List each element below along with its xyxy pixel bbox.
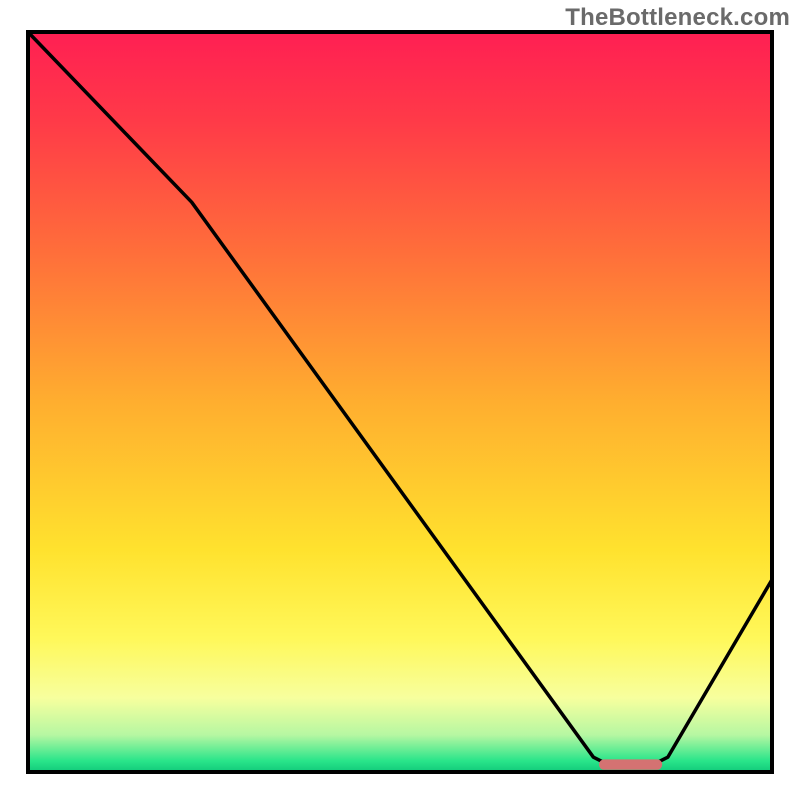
current-marker <box>599 759 662 769</box>
chart-container: TheBottleneck.com <box>0 0 800 800</box>
watermark-text: TheBottleneck.com <box>565 4 790 32</box>
bottleneck-chart <box>0 0 800 800</box>
chart-background <box>28 32 772 772</box>
